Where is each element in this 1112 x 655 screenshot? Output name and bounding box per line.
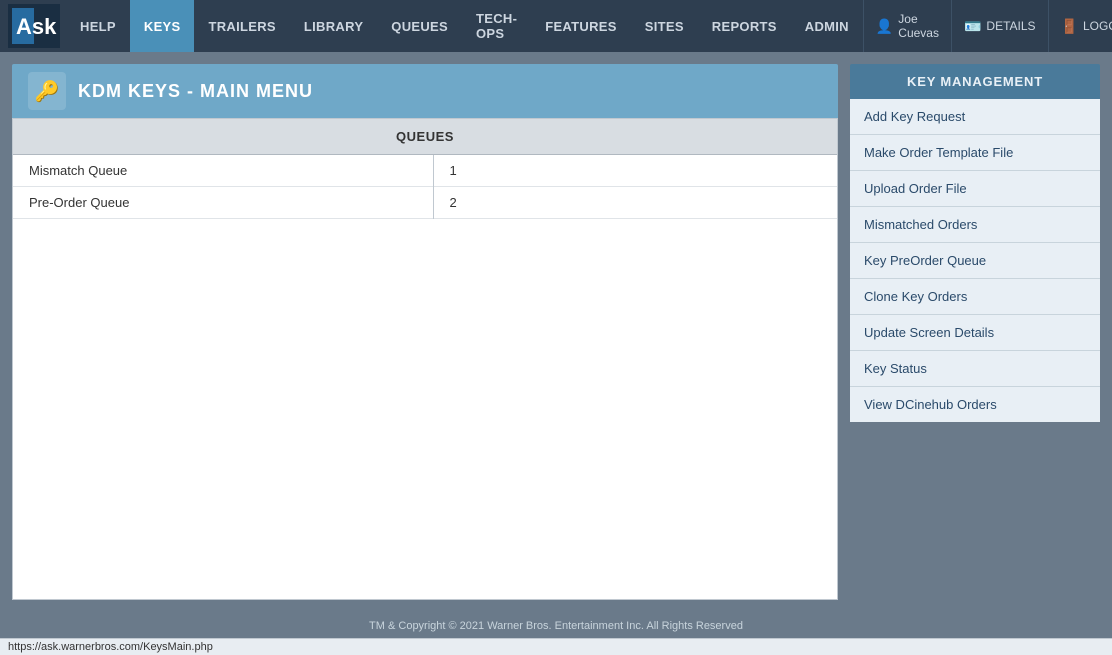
nav-item-queues[interactable]: QUEUES [377, 0, 462, 52]
copyright-text: TM & Copyright © 2021 Warner Bros. Enter… [369, 620, 743, 632]
user-info: 👤 Joe Cuevas [863, 0, 951, 52]
queue-name-cell: Mismatch Queue [13, 155, 433, 187]
main-wrapper: 🔑 KDM KEYS - MAIN MENU QUEUES Mismatch Q… [0, 52, 1112, 612]
queue-count-cell: 1 [433, 155, 837, 187]
nav-item-keys[interactable]: KEYS [130, 0, 195, 52]
footer: TM & Copyright © 2021 Warner Bros. Enter… [0, 612, 1112, 638]
nav-item-library[interactable]: LIBRARY [290, 0, 377, 52]
details-icon: 🪪 [964, 18, 981, 35]
details-button[interactable]: 🪪 DETAILS [951, 0, 1048, 52]
queue-table-container: QUEUES Mismatch Queue 1 Pre-Order Queue … [12, 118, 838, 600]
queue-table: Mismatch Queue 1 Pre-Order Queue 2 [13, 155, 837, 219]
logout-icon: 🚪 [1061, 18, 1078, 35]
statusbar: https://ask.warnerbros.com/KeysMain.php [0, 638, 1112, 655]
page-title: KDM KEYS - MAIN MENU [78, 81, 313, 102]
nav-item-techops[interactable]: TECH-OPS [462, 0, 531, 52]
table-row[interactable]: Pre-Order Queue 2 [13, 187, 837, 219]
details-label: DETAILS [986, 19, 1035, 33]
sidebar-item-1[interactable]: Make Order Template File [850, 135, 1100, 171]
nav-item-reports[interactable]: REPORTS [698, 0, 791, 52]
sidebar-item-4[interactable]: Key PreOrder Queue [850, 243, 1100, 279]
table-row[interactable]: Mismatch Queue 1 [13, 155, 837, 187]
sidebar-item-5[interactable]: Clone Key Orders [850, 279, 1100, 315]
header-icon: 🔑 [28, 72, 66, 110]
nav-item-sites[interactable]: SITES [631, 0, 698, 52]
nav-item-features[interactable]: FEATURES [531, 0, 631, 52]
queues-column-header: QUEUES [13, 119, 837, 155]
key-icon: 🔑 [35, 79, 60, 104]
user-icon: 👤 [876, 18, 893, 35]
nav-item-admin[interactable]: ADMIN [791, 0, 863, 52]
svg-text:Ask: Ask [16, 14, 57, 39]
sidebar-item-7[interactable]: Key Status [850, 351, 1100, 387]
nav-item-trailers[interactable]: TRAILERS [194, 0, 289, 52]
status-url: https://ask.warnerbros.com/KeysMain.php [8, 641, 213, 653]
logout-button[interactable]: 🚪 LOGOUT [1048, 0, 1112, 52]
logo[interactable]: Ask [8, 4, 60, 48]
sidebar-item-0[interactable]: Add Key Request [850, 99, 1100, 135]
sidebar-items: Add Key RequestMake Order Template FileU… [850, 99, 1100, 422]
username: Joe Cuevas [898, 12, 939, 40]
nav-item-help[interactable]: HELP [66, 0, 130, 52]
sidebar-item-8[interactable]: View DCinehub Orders [850, 387, 1100, 422]
sidebar: KEY MANAGEMENT Add Key RequestMake Order… [850, 52, 1112, 612]
queue-name-cell: Pre-Order Queue [13, 187, 433, 219]
nav-links: HELP KEYS TRAILERS LIBRARY QUEUES TECH-O… [66, 0, 863, 52]
content-area: 🔑 KDM KEYS - MAIN MENU QUEUES Mismatch Q… [0, 52, 850, 612]
sidebar-header: KEY MANAGEMENT [850, 64, 1100, 99]
queue-count-cell: 2 [433, 187, 837, 219]
logout-label: LOGOUT [1083, 19, 1112, 33]
page-header: 🔑 KDM KEYS - MAIN MENU [12, 64, 838, 118]
top-navigation: Ask HELP KEYS TRAILERS LIBRARY QUEUES TE… [0, 0, 1112, 52]
sidebar-item-2[interactable]: Upload Order File [850, 171, 1100, 207]
nav-right: 👤 Joe Cuevas 🪪 DETAILS 🚪 LOGOUT [863, 0, 1112, 52]
sidebar-item-6[interactable]: Update Screen Details [850, 315, 1100, 351]
sidebar-item-3[interactable]: Mismatched Orders [850, 207, 1100, 243]
